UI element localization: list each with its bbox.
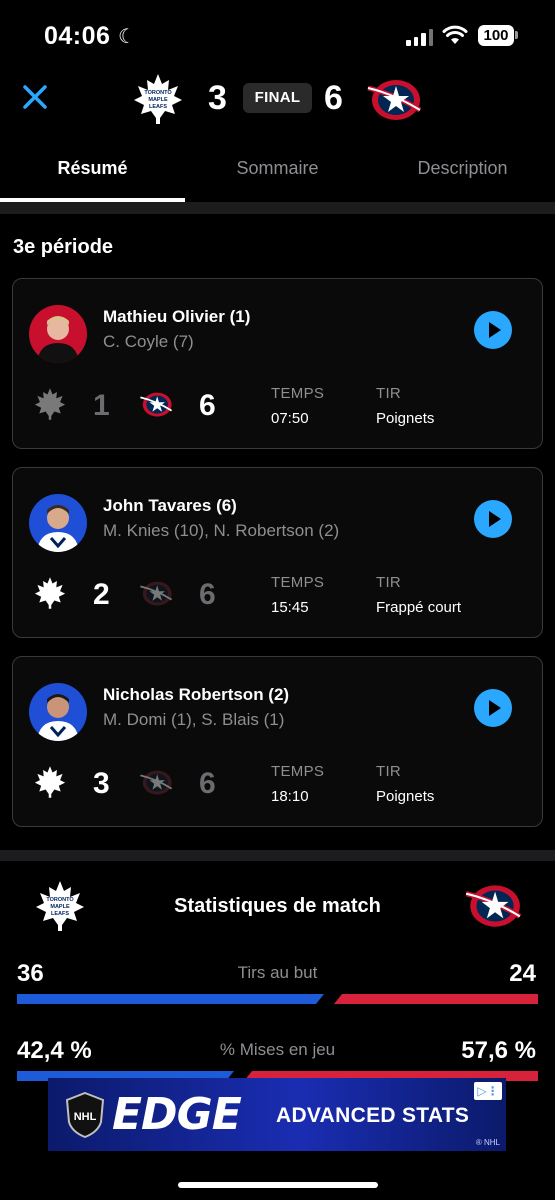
- shot-type: Frappé court: [376, 599, 462, 616]
- goal-scorer: Mathieu Olivier (1): [103, 307, 251, 326]
- maple-leafs-logo: [34, 388, 66, 420]
- shot-label: TIR: [376, 385, 402, 402]
- goal-scorer: Nicholas Robertson (2): [103, 685, 290, 704]
- home-score-at-goal: 1: [93, 389, 110, 422]
- shot-label: TIR: [376, 574, 402, 591]
- nhl-shield-icon: NHL: [65, 1092, 105, 1138]
- stat-row-shots: 36 Tirs au but 24: [0, 960, 555, 1020]
- home-score: 3: [208, 79, 227, 117]
- goal-assists: M. Domi (1), S. Blais (1): [103, 710, 285, 729]
- section-divider: [0, 202, 555, 214]
- away-stat-value: 24: [509, 960, 536, 987]
- tab-description[interactable]: Description: [370, 148, 555, 202]
- goal-assists: M. Knies (10), N. Robertson (2): [103, 521, 340, 540]
- home-score-at-goal: 3: [93, 767, 110, 800]
- stat-label: Tirs au but: [237, 963, 318, 982]
- ad-brand: EDGE: [112, 1089, 242, 1140]
- maple-leafs-logo: [34, 766, 66, 798]
- svg-text:NHL: NHL: [74, 1111, 97, 1123]
- goal-scorer: John Tavares (6): [103, 496, 237, 515]
- moon-icon: ☾: [118, 26, 136, 48]
- tab-sommaire[interactable]: Sommaire: [185, 148, 370, 202]
- play-video-button[interactable]: [474, 500, 512, 538]
- player-avatar: [29, 683, 87, 741]
- player-avatar: [29, 305, 87, 363]
- shot-label: TIR: [376, 763, 402, 780]
- away-stat-value: 57,6 %: [461, 1037, 536, 1064]
- shot-type: Poignets: [376, 410, 435, 427]
- home-stat-bar: [17, 994, 324, 1004]
- battery-tip: [515, 31, 518, 39]
- maple-leafs-logo[interactable]: TORONTO MAPLE LEAFS: [132, 72, 184, 126]
- goal-time: 18:10: [271, 788, 309, 805]
- tab-bar: Résumé Sommaire Description: [0, 148, 555, 202]
- status-bar: 04:06 ☾ 100: [0, 0, 555, 70]
- battery-icon: 100: [478, 25, 514, 46]
- blue-jackets-logo[interactable]: [364, 74, 424, 124]
- goal-time: 07:50: [271, 410, 309, 427]
- ad-copyright: ® NHL: [475, 1138, 500, 1147]
- ad-tagline: ADVANCED STATS: [276, 1104, 470, 1127]
- svg-text:LEAFS: LEAFS: [149, 104, 167, 110]
- away-score-at-goal: 6: [199, 578, 216, 611]
- game-status-badge: FINAL: [243, 83, 312, 113]
- player-avatar: [29, 494, 87, 552]
- time-label: TEMPS: [271, 763, 325, 780]
- status-time: 04:06: [44, 22, 111, 50]
- ad-banner[interactable]: NHL EDGE ADVANCED STATS ▷⋮ ® NHL: [48, 1078, 506, 1151]
- goal-time: 15:45: [271, 599, 309, 616]
- blue-jackets-logo: [140, 392, 173, 417]
- svg-text:TORONTO: TORONTO: [144, 90, 172, 96]
- blue-jackets-logo: [465, 885, 522, 927]
- tab-resume[interactable]: Résumé: [0, 148, 185, 202]
- away-score: 6: [324, 79, 343, 117]
- play-video-button[interactable]: [474, 689, 512, 727]
- goal-card[interactable]: John Tavares (6) M. Knies (10), N. Rober…: [12, 467, 543, 638]
- blue-jackets-logo: [140, 581, 173, 606]
- away-score-at-goal: 6: [199, 767, 216, 800]
- goal-assists: C. Coyle (7): [103, 332, 194, 351]
- goal-card[interactable]: Mathieu Olivier (1) C. Coyle (7) 1 6 TEM…: [12, 278, 543, 449]
- home-score-at-goal: 2: [93, 578, 110, 611]
- away-stat-bar: [334, 994, 538, 1004]
- svg-text:MAPLE: MAPLE: [148, 97, 168, 103]
- cellular-signal-icon: [406, 28, 433, 46]
- wifi-icon: [442, 25, 468, 44]
- home-indicator[interactable]: [178, 1182, 378, 1188]
- play-video-button[interactable]: [474, 311, 512, 349]
- section-divider: [0, 850, 555, 861]
- maple-leafs-logo: [34, 577, 66, 609]
- close-icon[interactable]: [20, 82, 50, 112]
- shot-type: Poignets: [376, 788, 435, 805]
- blue-jackets-logo: [140, 770, 173, 795]
- period-title: 3e période: [13, 236, 114, 258]
- goal-card[interactable]: Nicholas Robertson (2) M. Domi (1), S. B…: [12, 656, 543, 827]
- time-label: TEMPS: [271, 574, 325, 591]
- away-score-at-goal: 6: [199, 389, 216, 422]
- adchoices-icon[interactable]: ▷⋮: [474, 1082, 502, 1100]
- time-label: TEMPS: [271, 385, 325, 402]
